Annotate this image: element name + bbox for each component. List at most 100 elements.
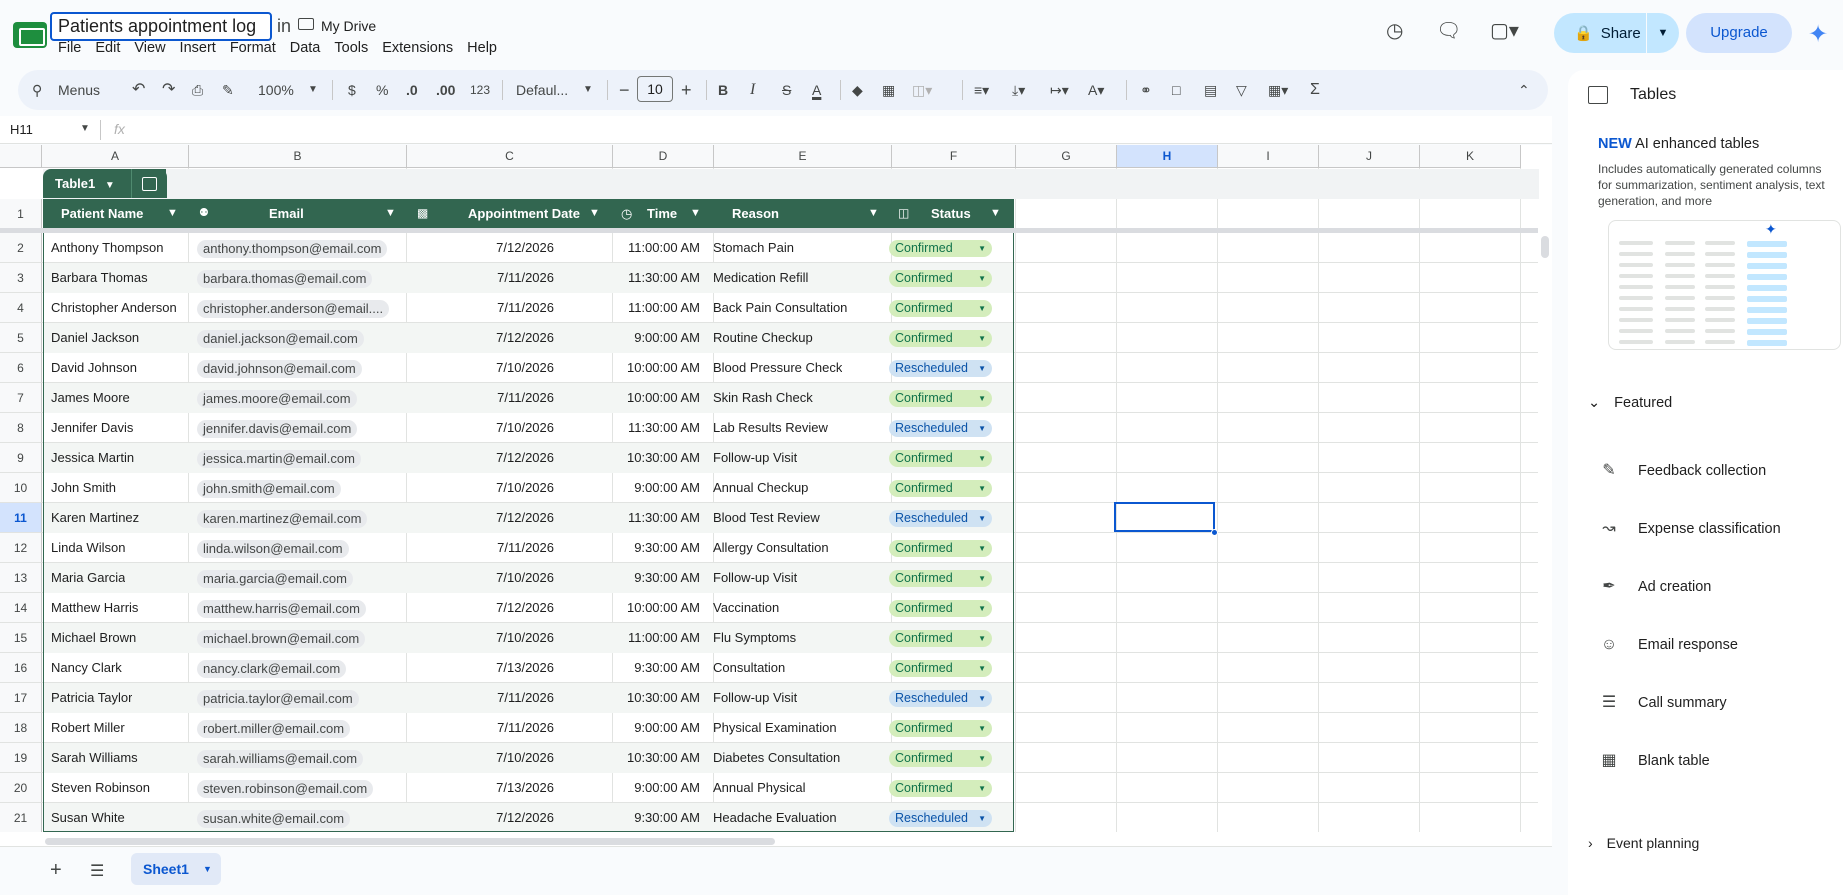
header-email[interactable]: Email	[269, 199, 304, 228]
row-header-2[interactable]: 2	[0, 233, 42, 263]
horizontal-align-icon[interactable]: ≡▾	[974, 70, 989, 110]
paint-format-icon[interactable]: ✎	[222, 70, 234, 110]
header-appointment-date[interactable]: Appointment Date	[468, 199, 580, 228]
row-header-3[interactable]: 3	[0, 263, 42, 293]
decrease-decimal-button[interactable]: .0	[406, 70, 418, 110]
menu-format[interactable]: Format	[230, 40, 284, 56]
gemini-icon[interactable]: ✦	[1808, 20, 1828, 49]
column-header-g[interactable]: G	[1016, 145, 1117, 168]
featured-section-toggle[interactable]: ⌄ Featured	[1588, 395, 1672, 411]
row-header-17[interactable]: 17	[0, 683, 42, 713]
redo-icon[interactable]: ↷	[162, 70, 175, 110]
undo-icon[interactable]: ↶	[132, 70, 145, 110]
row-header-6[interactable]: 6	[0, 353, 42, 383]
column-header-d[interactable]: D	[613, 145, 714, 168]
insert-link-icon[interactable]: ⚭	[1140, 70, 1152, 110]
row-header-21[interactable]: 21	[0, 803, 42, 833]
template-ad-creation[interactable]: ✒ Ad creation	[1598, 572, 1838, 602]
all-sheets-icon[interactable]: ☰	[90, 861, 104, 881]
header-reason-chevron-icon[interactable]: ▼	[868, 199, 879, 228]
menu-tools[interactable]: Tools	[334, 40, 376, 56]
template-feedback-collection[interactable]: ✎ Feedback collection	[1598, 456, 1838, 486]
merge-cells-icon[interactable]: ◫▾	[912, 70, 932, 110]
comments-icon[interactable]: 🗨	[1436, 18, 1461, 43]
meet-icon[interactable]: ▢▾	[1490, 18, 1519, 43]
row-header-4[interactable]: 4	[0, 293, 42, 323]
menu-insert[interactable]: Insert	[180, 40, 224, 56]
row-header-18[interactable]: 18	[0, 713, 42, 743]
column-header-k[interactable]: K	[1420, 145, 1521, 168]
template-email-response[interactable]: ☺ Email response	[1598, 630, 1838, 660]
fill-color-icon[interactable]: ◆	[852, 70, 863, 110]
column-header-a[interactable]: A	[42, 145, 189, 168]
zoom-select[interactable]: 100%	[258, 70, 294, 110]
header-reason[interactable]: Reason	[732, 199, 779, 228]
sheet-tab-active[interactable]: Sheet1 ▼	[131, 853, 221, 885]
increase-decimal-button[interactable]: .00	[436, 70, 455, 110]
row-header-16[interactable]: 16	[0, 653, 42, 683]
text-rotation-icon[interactable]: A▾	[1088, 70, 1104, 110]
row-header-1[interactable]: 1	[0, 199, 42, 229]
menus-search-label[interactable]: Menus	[58, 70, 100, 110]
vertical-align-icon[interactable]: ⤓▾	[1012, 70, 1025, 110]
menu-data[interactable]: Data	[290, 40, 329, 56]
vertical-scroll-thumb[interactable]	[1541, 236, 1549, 258]
share-dropdown-icon[interactable]: ▼	[1647, 27, 1679, 39]
currency-button[interactable]: $	[348, 70, 356, 110]
header-status-chevron-icon[interactable]: ▼	[990, 199, 1001, 228]
functions-icon[interactable]: Σ	[1310, 70, 1320, 110]
column-header-h[interactable]: H	[1117, 145, 1218, 168]
upgrade-button[interactable]: Upgrade	[1686, 13, 1792, 53]
frozen-row-divider[interactable]	[0, 228, 1540, 233]
folder-icon[interactable]	[298, 18, 314, 30]
fill-handle[interactable]	[1211, 529, 1218, 536]
insert-chart-icon[interactable]: ▤	[1204, 70, 1217, 110]
header-email-chevron-icon[interactable]: ▼	[385, 199, 396, 228]
font-size-increase-button[interactable]: +	[681, 70, 692, 110]
row-header-11[interactable]: 11	[0, 503, 42, 533]
share-button[interactable]: 🔒 Share ▼	[1554, 13, 1679, 53]
menu-extensions[interactable]: Extensions	[382, 40, 461, 56]
select-all-corner[interactable]	[0, 145, 42, 168]
row-header-13[interactable]: 13	[0, 563, 42, 593]
menu-file[interactable]: File	[58, 40, 89, 56]
sheet-tab-chevron-icon[interactable]: ▼	[203, 853, 212, 885]
template-blank-table[interactable]: ▦ Blank table	[1598, 746, 1838, 776]
event-planning-section-toggle[interactable]: › Event planning	[1588, 835, 1699, 851]
menu-edit[interactable]: Edit	[95, 40, 128, 56]
column-header-c[interactable]: C	[407, 145, 613, 168]
header-time[interactable]: Time	[647, 199, 677, 228]
font-size-decrease-button[interactable]: −	[619, 70, 630, 110]
vertical-scrollbar[interactable]	[1538, 228, 1552, 832]
horizontal-scroll-thumb[interactable]	[45, 838, 775, 845]
template-call-summary[interactable]: ☰ Call summary	[1598, 688, 1838, 718]
name-box[interactable]: H11	[10, 122, 33, 137]
column-header-b[interactable]: B	[189, 145, 407, 168]
header-date-chevron-icon[interactable]: ▼	[589, 199, 600, 228]
bold-button[interactable]: B	[718, 70, 728, 110]
header-patient-name-chevron-icon[interactable]: ▼	[167, 199, 178, 228]
document-title-input[interactable]: Patients appointment log	[50, 12, 272, 41]
header-time-chevron-icon[interactable]: ▼	[690, 199, 701, 228]
text-color-button[interactable]: A	[812, 70, 821, 110]
column-header-i[interactable]: I	[1218, 145, 1319, 168]
print-icon[interactable]: ⎙	[192, 70, 203, 110]
template-expense-classification[interactable]: ↝ Expense classification	[1598, 514, 1838, 544]
selected-cell-h11[interactable]	[1114, 502, 1215, 532]
number-format-button[interactable]: 123	[470, 70, 490, 110]
zoom-chevron-icon[interactable]: ▼	[308, 70, 318, 110]
row-header-8[interactable]: 8	[0, 413, 42, 443]
row-header-19[interactable]: 19	[0, 743, 42, 773]
row-header-7[interactable]: 7	[0, 383, 42, 413]
ai-table-preview-image[interactable]: ✦	[1608, 220, 1841, 350]
column-header-j[interactable]: J	[1319, 145, 1420, 168]
filter-views-icon[interactable]: ▦▾	[1268, 70, 1288, 110]
font-family-select[interactable]: Defaul...	[516, 70, 568, 110]
row-header-10[interactable]: 10	[0, 473, 42, 503]
row-header-5[interactable]: 5	[0, 323, 42, 353]
filter-icon[interactable]: ▽	[1236, 70, 1247, 110]
add-sheet-icon[interactable]: +	[50, 859, 62, 882]
drive-location-link[interactable]: My Drive	[321, 18, 376, 34]
row-header-15[interactable]: 15	[0, 623, 42, 653]
column-header-e[interactable]: E	[714, 145, 892, 168]
